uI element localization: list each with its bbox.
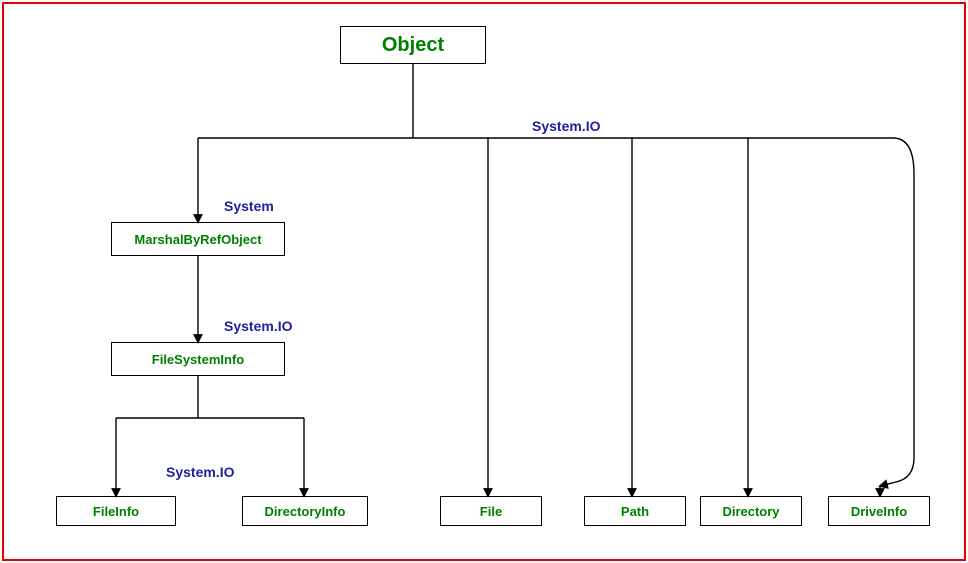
node-label: Directory	[722, 504, 779, 519]
label-system: System	[224, 198, 274, 214]
label-systemio-bottom: System.IO	[166, 464, 234, 480]
node-label: DriveInfo	[851, 504, 907, 519]
node-fileinfo: FileInfo	[56, 496, 176, 526]
node-driveinfo: DriveInfo	[828, 496, 930, 526]
node-object: Object	[340, 26, 486, 64]
node-label: FileSystemInfo	[152, 352, 244, 367]
node-filesysteminfo: FileSystemInfo	[111, 342, 285, 376]
node-file: File	[440, 496, 542, 526]
node-label: FileInfo	[93, 504, 139, 519]
label-systemio-mid: System.IO	[224, 318, 292, 334]
node-path: Path	[584, 496, 686, 526]
node-directoryinfo: DirectoryInfo	[242, 496, 368, 526]
label-systemio-top: System.IO	[532, 118, 600, 134]
node-directory: Directory	[700, 496, 802, 526]
diagram-frame: Object MarshalByRefObject FileSystemInfo…	[2, 2, 966, 561]
node-label: Object	[382, 34, 444, 57]
node-label: File	[480, 504, 502, 519]
node-marshalbyrefobject: MarshalByRefObject	[111, 222, 285, 256]
node-label: DirectoryInfo	[265, 504, 346, 519]
connectors	[4, 4, 964, 559]
node-label: Path	[621, 504, 649, 519]
node-label: MarshalByRefObject	[134, 232, 261, 247]
